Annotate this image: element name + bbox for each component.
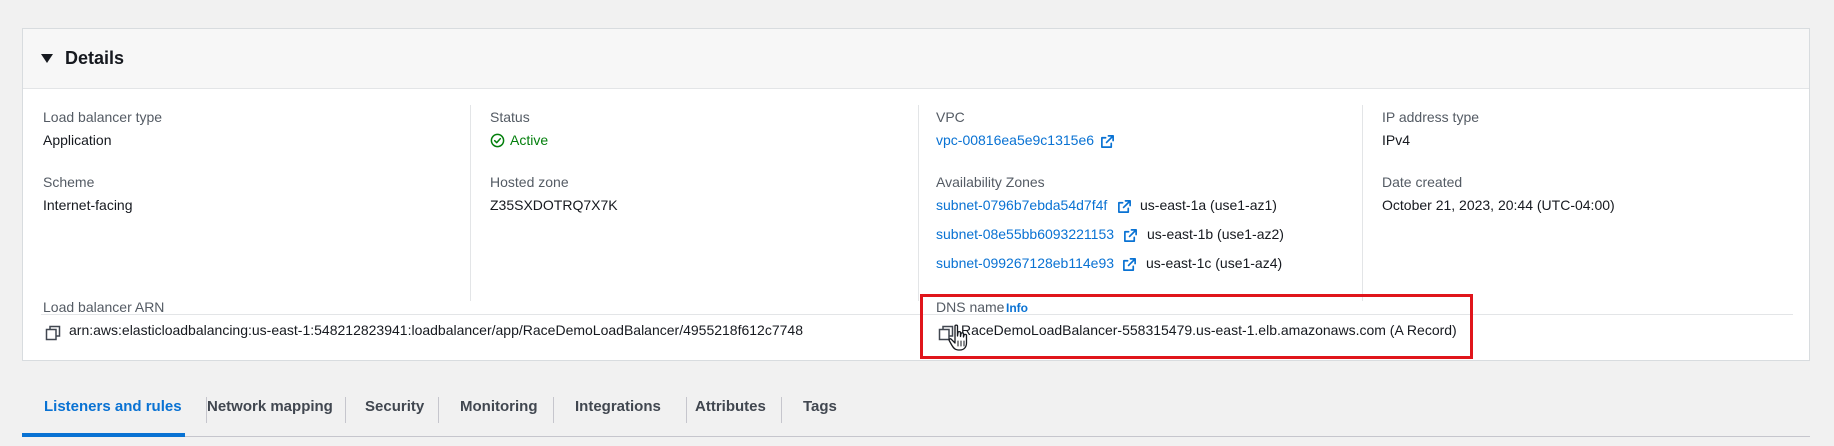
tab-separator: [781, 397, 782, 423]
external-link-icon[interactable]: [1122, 257, 1137, 272]
tab-separator: [438, 397, 439, 423]
caret-down-icon[interactable]: [41, 54, 53, 63]
tab-network-mapping[interactable]: Network mapping: [207, 385, 333, 437]
ip-address-type-label: IP address type: [1382, 109, 1480, 125]
tab-tags[interactable]: Tags: [803, 385, 837, 437]
load-balancer-type-value: Application: [43, 132, 112, 148]
tab-listeners-and-rules[interactable]: Listeners and rules: [44, 385, 182, 437]
dns-highlight-box: [920, 294, 1473, 359]
tab-attributes[interactable]: Attributes: [695, 385, 766, 437]
date-created-label: Date created: [1382, 174, 1463, 190]
column-divider: [470, 105, 471, 301]
external-link-icon[interactable]: [1100, 134, 1115, 149]
arn-label: Load balancer ARN: [43, 299, 165, 315]
availability-zone-name: us-east-1c (use1-az4): [1146, 255, 1283, 271]
status-badge: Active: [490, 132, 548, 148]
availability-zones-label: Availability Zones: [936, 174, 1045, 190]
details-title: Details: [65, 48, 125, 68]
copy-icon[interactable]: [45, 325, 61, 341]
load-balancer-type-label: Load balancer type: [43, 109, 163, 125]
subnet-link[interactable]: subnet-0796b7ebda54d7f4f: [936, 197, 1107, 213]
tab-monitoring[interactable]: Monitoring: [460, 385, 537, 437]
tab-separator: [686, 397, 687, 423]
availability-zone-name: us-east-1a (use1-az1): [1140, 197, 1277, 213]
vpc-label: VPC: [936, 109, 965, 125]
column-divider: [918, 105, 919, 301]
ip-address-type-value: IPv4: [1382, 132, 1411, 148]
availability-zone-name: us-east-1b (use1-az2): [1147, 226, 1284, 242]
active-tab-indicator: [22, 433, 185, 437]
scheme-value: Internet-facing: [43, 197, 133, 213]
arn-value: arn:aws:elasticloadbalancing:us-east-1:5…: [69, 322, 803, 338]
section-divider: [41, 314, 1793, 315]
check-circle-icon: [490, 133, 505, 147]
date-created-value: October 21, 2023, 20:44 (UTC-04:00): [1382, 197, 1615, 213]
hosted-zone-label: Hosted zone: [490, 174, 569, 190]
hosted-zone-value: Z35SXDOTRQ7X7K: [490, 197, 618, 213]
external-link-icon[interactable]: [1123, 228, 1138, 243]
subnet-link[interactable]: subnet-08e55bb6093221153: [936, 226, 1114, 242]
tab-separator: [345, 397, 346, 423]
details-header[interactable]: Details: [23, 29, 1809, 89]
tab-separator: [553, 397, 554, 423]
details-panel: Details Load balancer type Application S…: [22, 28, 1810, 361]
status-value: Active: [510, 132, 549, 148]
vpc-link[interactable]: vpc-00816ea5e9c1315e6: [936, 132, 1094, 148]
tab-integrations[interactable]: Integrations: [575, 385, 661, 437]
column-divider: [1362, 105, 1363, 301]
external-link-icon[interactable]: [1117, 199, 1132, 214]
load-balancer-details-page: Details Load balancer type Application S…: [0, 0, 1834, 446]
subnet-link[interactable]: subnet-099267128eb114e93: [936, 255, 1114, 271]
tab-security[interactable]: Security: [365, 385, 424, 437]
hand-pointer-icon: [948, 324, 968, 351]
status-label: Status: [490, 109, 530, 125]
details-tabs: Listeners and rules Network mapping Secu…: [22, 385, 1810, 437]
scheme-label: Scheme: [43, 174, 95, 190]
